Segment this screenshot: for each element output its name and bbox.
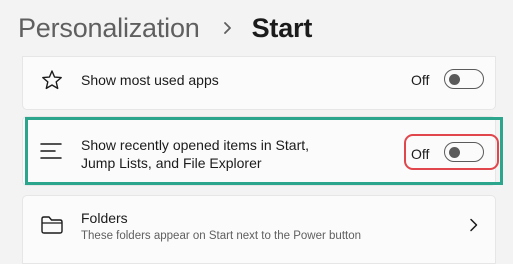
- breadcrumb-personalization[interactable]: Personalization: [18, 13, 200, 44]
- setting-label-recently-opened-line1: Show recently opened items in Start,: [81, 137, 310, 153]
- toggle-most-used-apps[interactable]: [444, 69, 484, 89]
- recent-list-icon: [40, 142, 64, 167]
- setting-label-most-used-apps: Show most used apps: [81, 72, 219, 88]
- toggle-knob: [449, 73, 460, 85]
- setting-label-folders: Folders: [81, 210, 128, 226]
- toggle-recently-opened-items[interactable]: [444, 142, 484, 162]
- toggle-state-recently-opened: Off: [411, 146, 430, 162]
- setting-label-recently-opened-line2: Jump Lists, and File Explorer: [81, 155, 262, 171]
- chevron-right-icon[interactable]: [469, 218, 479, 237]
- star-icon: [41, 69, 63, 96]
- breadcrumb-chevron-icon: [218, 18, 238, 38]
- page-title: Start: [251, 12, 313, 43]
- setting-description-folders: These folders appear on Start next to th…: [81, 230, 362, 242]
- breadcrumb: Personalization Start: [18, 8, 312, 48]
- settings-page: Personalization Start Show most used app…: [0, 0, 513, 264]
- toggle-knob: [449, 146, 460, 158]
- folder-icon: [40, 215, 64, 240]
- toggle-state-most-used-apps: Off: [411, 72, 430, 88]
